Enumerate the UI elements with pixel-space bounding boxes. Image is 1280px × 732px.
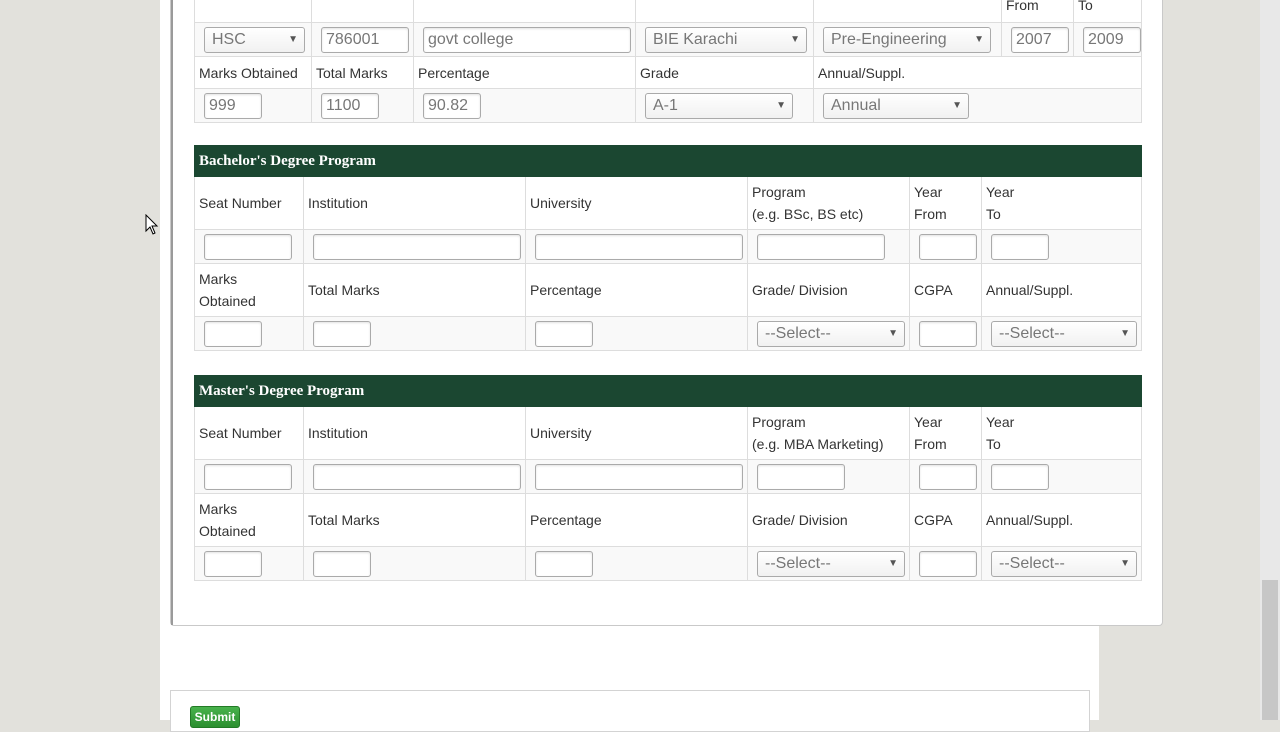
master-program-label: Program (e.g. MBA Marketing) [747,406,910,460]
hsc-marks-obtained-label: Marks Obtained [194,56,312,89]
hsc-annual-suppl-select[interactable]: Annual ▼ [823,92,969,119]
master-year-from-label: Year From [909,406,982,460]
master-program-hint: (e.g. MBA Marketing) [752,436,884,452]
master-grade-division-select[interactable]: --Select-- ▼ [757,550,905,577]
bachelor-institution-input[interactable] [313,233,521,260]
chevron-down-icon: ▼ [776,99,786,111]
bachelor-institution-label: Institution [303,176,526,230]
bachelor-marks-obtained-input[interactable] [204,320,262,347]
bachelor-total-marks-input[interactable] [313,320,371,347]
hsc-year-from-input[interactable]: 2007 [1011,26,1069,53]
master-seat-number-input[interactable] [204,463,292,490]
bachelor-program-hint: (e.g. BSc, BS etc) [752,206,864,222]
master-seat-number-label: Seat Number [194,406,304,460]
bachelor-program-input[interactable] [757,233,885,260]
bachelor-year-from-input[interactable] [919,233,977,260]
hsc-grade-select[interactable]: A-1 ▼ [645,92,793,119]
bachelor-year-to-input[interactable] [991,233,1049,260]
bachelor-cgpa-input[interactable] [919,320,977,347]
bachelor-year-from-label: Year From [909,176,982,230]
master-grade-division-label: Grade/ Division [747,493,910,547]
bachelor-marks-obtained-label: Marks Obtained [194,263,304,317]
bachelor-university-label: University [525,176,748,230]
hsc-grade-label: Grade [635,56,814,89]
hsc-board-select[interactable]: BIE Karachi ▼ [645,26,807,53]
hsc-year-from-label: From [1001,0,1074,23]
bachelor-percentage-input[interactable] [535,320,593,347]
bachelor-grade-division-select[interactable]: --Select-- ▼ [757,320,905,347]
scrollbar-thumb[interactable] [1262,580,1278,720]
hsc-year-to-label: To [1073,0,1142,23]
master-cgpa-input[interactable] [919,550,977,577]
hsc-annual-suppl-label: Annual/Suppl. [813,56,1142,89]
master-year-to-input[interactable] [991,463,1049,490]
bachelor-program-label: Program (e.g. BSc, BS etc) [747,176,910,230]
chevron-down-icon: ▼ [952,99,962,111]
bachelor-seat-number-label: Seat Number [194,176,304,230]
chevron-down-icon: ▼ [1120,327,1130,339]
hsc-percentage-input[interactable]: 90.82 [423,92,481,119]
bachelor-cgpa-label: CGPA [909,263,982,317]
hsc-total-marks-label: Total Marks [311,56,414,89]
master-program-input[interactable] [757,463,845,490]
master-total-marks-label: Total Marks [303,493,526,547]
hsc-seat-number-input[interactable]: 786001 [321,26,409,53]
bachelor-percentage-label: Percentage [525,263,748,317]
bachelor-grade-division-label: Grade/ Division [747,263,910,317]
hsc-institution-input[interactable]: govt college [423,26,631,53]
chevron-down-icon: ▼ [888,557,898,569]
master-year-from-input[interactable] [919,463,977,490]
bachelor-total-marks-label: Total Marks [303,263,526,317]
bachelor-seat-number-input[interactable] [204,233,292,260]
hsc-group-select[interactable]: Pre-Engineering ▼ [823,26,991,53]
master-marks-obtained-input[interactable] [204,550,262,577]
master-annual-suppl-select[interactable]: --Select-- ▼ [991,550,1137,577]
chevron-down-icon: ▼ [974,33,984,45]
master-university-label: University [525,406,748,460]
master-section-title: Master's Degree Program [193,375,1143,407]
chevron-down-icon: ▼ [888,327,898,339]
bachelor-section-title: Bachelor's Degree Program [193,145,1143,177]
master-total-marks-input[interactable] [313,550,371,577]
master-cgpa-label: CGPA [909,493,982,547]
mouse-cursor-icon [145,214,159,235]
bachelor-degree-table: Bachelor's Degree Program Seat Number In… [193,145,1143,351]
master-degree-table: Master's Degree Program Seat Number Inst… [193,375,1143,581]
master-marks-obtained-label: Marks Obtained [194,493,304,547]
submit-panel [170,690,1090,732]
bachelor-year-to-label: Year To [980,176,1143,230]
hsc-table: From To HSC ▼ 786001 govt college BIE Kar… [194,0,1142,123]
chevron-down-icon: ▼ [1120,557,1130,569]
hsc-marks-obtained-input[interactable]: 999 [204,92,262,119]
submit-button[interactable]: Submit [190,706,240,728]
bachelor-annual-suppl-label: Annual/Suppl. [980,263,1143,317]
hsc-exam-select[interactable]: HSC ▼ [204,26,305,53]
master-year-to-label: Year To [980,406,1143,460]
hsc-percentage-label: Percentage [413,56,636,89]
chevron-down-icon: ▼ [790,33,800,45]
master-university-input[interactable] [535,463,743,490]
master-percentage-input[interactable] [535,550,593,577]
bachelor-university-input[interactable] [535,233,743,260]
hsc-total-marks-input[interactable]: 1100 [321,92,379,119]
chevron-down-icon: ▼ [288,33,298,45]
master-annual-suppl-label: Annual/Suppl. [980,493,1143,547]
hsc-year-to-input[interactable]: 2009 [1083,26,1141,53]
bachelor-annual-suppl-select[interactable]: --Select-- ▼ [991,320,1137,347]
master-percentage-label: Percentage [525,493,748,547]
master-institution-input[interactable] [313,463,521,490]
master-institution-label: Institution [303,406,526,460]
